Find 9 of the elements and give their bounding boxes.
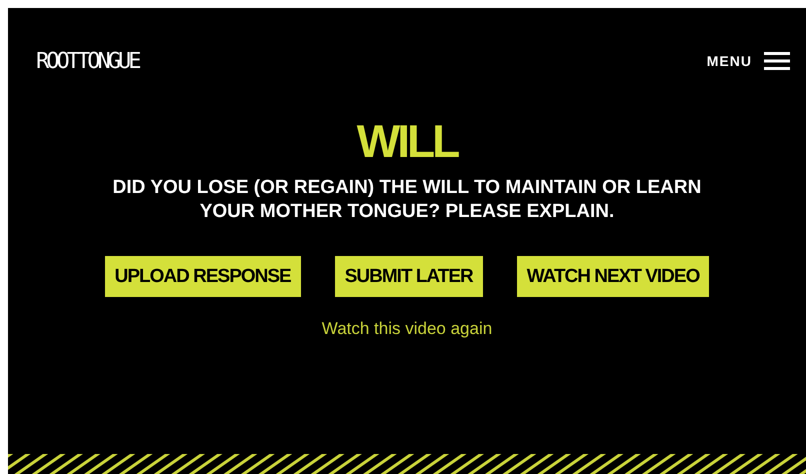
action-button[interactable]: SUBMIT LATER: [334, 256, 483, 297]
logo[interactable]: ROOTTONGUE: [36, 48, 138, 74]
page-title: WILL: [356, 114, 458, 168]
action-button[interactable]: UPLOAD RESPONSE: [104, 256, 301, 297]
menu-label[interactable]: MENU: [706, 53, 752, 69]
watch-again-link[interactable]: Watch this video again: [322, 319, 492, 339]
menu-icon[interactable]: [764, 52, 790, 70]
question-text: DID YOU LOSE (OR REGAIN) THE WILL TO MAINTAIN OR LEARN YOUR MOTHER TONGUE? PLEASE EXPLAIN.: [112, 176, 702, 224]
action-button[interactable]: WATCH NEXT VIDEO: [516, 256, 710, 297]
